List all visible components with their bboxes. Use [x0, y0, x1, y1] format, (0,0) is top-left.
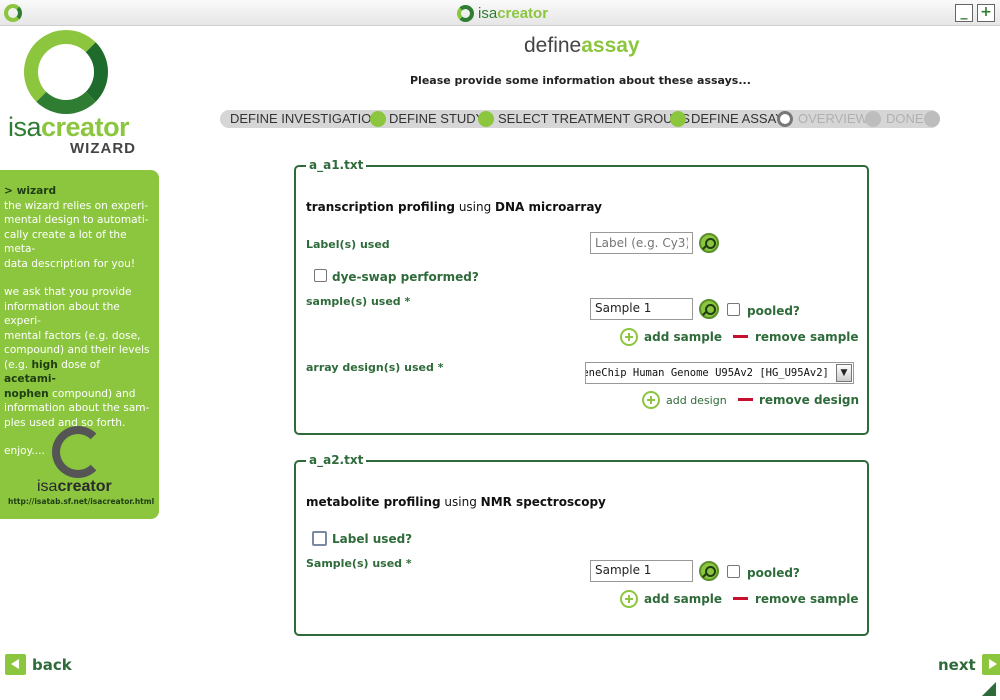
maximize-button[interactable]: + [977, 4, 995, 22]
brand-logo-part2: creator [41, 112, 130, 142]
remove-design-button[interactable]: remove design [759, 393, 859, 407]
brand-logo-part1: isa [8, 112, 42, 142]
label-used-label: Label used? [332, 532, 413, 546]
sidebar-logo-part1: isa [37, 478, 58, 495]
assay-file-name: a_a2.txt [306, 453, 367, 467]
sidebar-logo-part2: creator [57, 478, 112, 495]
isacreator-wizard-window: isa creator _ + isacreator WIZARD > wizar… [0, 0, 1000, 700]
label-used-checkbox[interactable] [312, 531, 327, 546]
assay-file-name: a_a1.txt [306, 158, 367, 172]
help-text: dose of [57, 358, 100, 371]
step-define-investigation: DEFINE INVESTIGATION [230, 111, 381, 126]
step-define-study: DEFINE STUDY [389, 111, 485, 126]
next-arrow-icon [981, 654, 1000, 675]
samples-used-label: sample(s) used * [306, 295, 411, 308]
add-design-icon[interactable] [642, 391, 660, 409]
resize-grip-icon[interactable] [982, 682, 996, 696]
next-label: next [938, 655, 976, 674]
step-done: DONE [886, 111, 924, 126]
dropdown-arrow-icon[interactable]: ▼ [836, 364, 852, 382]
isacreator-logo-ring-icon [24, 30, 108, 114]
brand-logo-subtitle: WIZARD [70, 140, 136, 157]
minimize-button[interactable]: _ [955, 4, 973, 22]
assay-panel-a2: a_a2.txt metabolite profiling using NMR … [294, 453, 869, 636]
label-input[interactable] [590, 232, 693, 254]
help-text-bold: high [31, 358, 58, 371]
remove-sample-icon[interactable] [733, 597, 748, 600]
back-label: back [32, 655, 72, 674]
pooled-checkbox[interactable] [727, 303, 740, 316]
array-design-select[interactable]: GeneChip Human Genome U95Av2 [HG_U95Av2] [585, 362, 854, 384]
technology-type: DNA microarray [495, 200, 602, 214]
assay-type: metabolite profiling using NMR spectrosc… [306, 495, 606, 509]
sample-input[interactable]: Sample 1 [590, 560, 693, 582]
back-button[interactable]: back [5, 654, 72, 675]
dye-swap-checkbox[interactable] [314, 269, 327, 282]
title-bar: isa creator _ + [0, 0, 1000, 26]
page-title: defineassay [524, 34, 640, 58]
add-sample-button[interactable]: add sample [644, 330, 722, 344]
sample-input[interactable]: Sample 1 [590, 298, 693, 320]
step-pending-dot-icon [924, 111, 940, 127]
step-done-dot-icon [478, 111, 494, 127]
page-title-part1: define [524, 34, 582, 57]
window-title: isa creator [457, 3, 548, 23]
remove-sample-button[interactable]: remove sample [755, 330, 859, 344]
window-title-part1: isa [478, 4, 498, 22]
add-sample-icon[interactable] [620, 328, 638, 346]
back-arrow-icon [5, 654, 26, 675]
next-button[interactable]: next [938, 654, 1000, 675]
remove-sample-icon[interactable] [733, 335, 748, 338]
step-define-assay: DEFINE ASSAY [691, 111, 784, 126]
page-title-part2: assay [581, 34, 640, 57]
remove-sample-button[interactable]: remove sample [755, 592, 859, 606]
sidebar-logo-ring-icon [52, 426, 104, 478]
isacreator-logo-icon [457, 4, 474, 22]
sidebar-url-link[interactable]: http://isatab.sf.net/isacreator.html [8, 497, 154, 506]
step-done-dot-icon [370, 111, 386, 127]
step-done-dot-icon [670, 111, 686, 127]
technology-type: NMR spectroscopy [480, 495, 606, 509]
app-logo-icon [4, 4, 22, 22]
measurement-type: metabolite profiling [306, 495, 441, 509]
measurement-type: transcription profiling [306, 200, 455, 214]
using-text: using [440, 495, 481, 509]
step-select-treatment-groups: SELECT TREATMENT GROUPS [498, 111, 690, 126]
step-overview: OVERVIEW [798, 111, 868, 126]
add-sample-icon[interactable] [620, 590, 638, 608]
remove-design-icon[interactable] [738, 398, 753, 401]
pooled-checkbox[interactable] [727, 565, 740, 578]
instructions-text: Please provide some information about th… [410, 74, 751, 87]
pooled-label: pooled? [747, 566, 800, 580]
add-design-button[interactable]: add design [666, 394, 727, 407]
array-design-label: array design(s) used * [306, 361, 444, 374]
step-pending-dot-icon [865, 111, 881, 127]
labels-used-label: Label(s) used [306, 238, 390, 251]
search-sample-icon[interactable] [699, 299, 719, 319]
search-sample-icon[interactable] [699, 561, 719, 581]
add-sample-button[interactable]: add sample [644, 592, 722, 606]
assay-type: transcription profiling using DNA microa… [306, 200, 602, 214]
help-paragraph-2: we ask that you provide information abou… [4, 285, 155, 430]
step-current-dot-icon [777, 111, 793, 127]
sidebar-logo-text: isacreator [37, 478, 112, 496]
brand-logo-text: isacreator [8, 112, 130, 143]
pooled-label: pooled? [747, 304, 800, 318]
assay-panel-a1: a_a1.txt transcription profiling using D… [294, 158, 869, 435]
window-title-part2: creator [497, 4, 549, 22]
search-label-icon[interactable] [699, 233, 719, 253]
help-heading: > wizard [4, 185, 57, 197]
using-text: using [455, 200, 496, 214]
wizard-progress-stepper: DEFINE INVESTIGATION DEFINE STUDY SELECT… [220, 110, 940, 128]
samples-used-label: Sample(s) used * [306, 557, 412, 570]
dye-swap-label: dye-swap performed? [332, 270, 479, 284]
help-paragraph-1: the wizard relies on experi- mental desi… [4, 199, 149, 270]
